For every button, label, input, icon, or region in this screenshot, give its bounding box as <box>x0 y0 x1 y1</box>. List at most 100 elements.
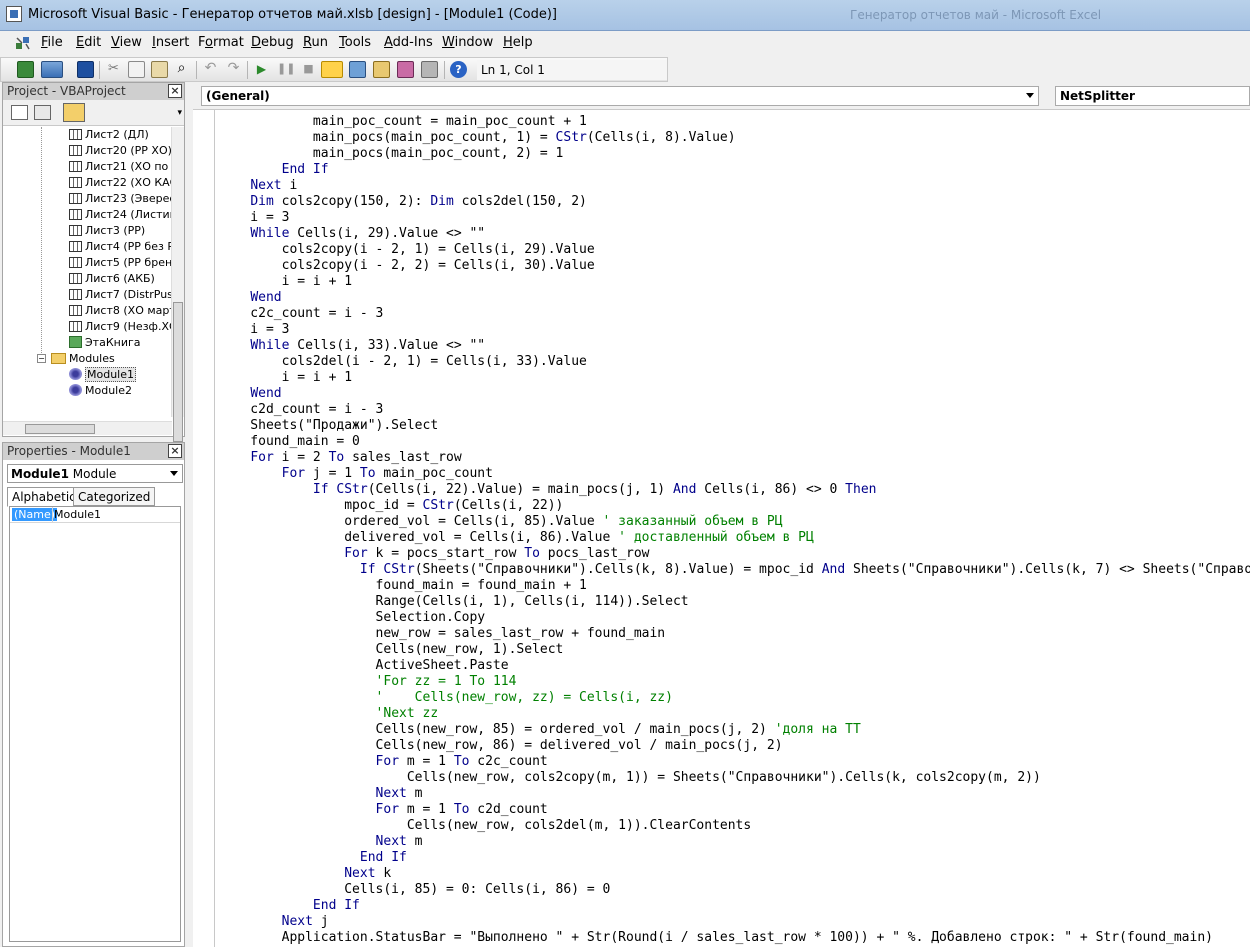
close-icon[interactable]: × <box>168 84 182 98</box>
object-browser-icon[interactable] <box>397 61 414 78</box>
cut-icon[interactable]: ✂ <box>105 61 122 78</box>
code-line[interactable]: new_row = sales_last_row + found_main <box>219 626 1250 642</box>
code-line[interactable]: Cells(i, 85) = 0: Cells(i, 86) = 0 <box>219 882 1250 898</box>
code-line[interactable]: For j = 1 To main_poc_count <box>219 466 1250 482</box>
chevron-down-icon[interactable] <box>170 471 178 476</box>
code-line[interactable]: i = i + 1 <box>219 274 1250 290</box>
undo-icon[interactable]: ↶ <box>202 61 219 78</box>
code-line[interactable]: Next m <box>219 834 1250 850</box>
view-code-icon[interactable] <box>11 105 28 120</box>
vba-app-icon[interactable] <box>6 6 22 22</box>
chevron-down-icon[interactable] <box>1026 93 1034 98</box>
tree-item[interactable]: Лист24 (Листин <box>69 207 173 223</box>
object-selector[interactable]: Module1 Module <box>7 464 183 483</box>
tree-item[interactable]: Module2 <box>69 383 132 399</box>
help-icon[interactable]: ? <box>450 61 467 78</box>
run-icon[interactable]: ▶ <box>253 61 270 78</box>
tree-item[interactable]: Modules <box>51 351 115 367</box>
tree-item[interactable]: Лист20 (РР ХО) <box>69 143 172 159</box>
vba-doc-icon[interactable] <box>14 34 32 52</box>
code-line[interactable]: Next m <box>219 786 1250 802</box>
code-line[interactable]: For k = pocs_start_row To pocs_last_row <box>219 546 1250 562</box>
code-line[interactable]: found_main = found_main + 1 <box>219 578 1250 594</box>
code-line[interactable]: Cells(new_row, 85) = ordered_vol / main_… <box>219 722 1250 738</box>
code-line[interactable]: While Cells(i, 29).Value <> "" <box>219 226 1250 242</box>
reset-icon[interactable]: ■ <box>300 61 317 78</box>
code-line[interactable]: i = 3 <box>219 210 1250 226</box>
code-line[interactable]: delivered_vol = Cells(i, 86).Value ' дос… <box>219 530 1250 546</box>
menu-help[interactable]: Help <box>503 35 533 50</box>
tree-item[interactable]: Лист5 (РР бренд <box>69 255 173 271</box>
tree-item[interactable]: Лист22 (ХО КАС <box>69 175 173 191</box>
code-line[interactable]: While Cells(i, 33).Value <> "" <box>219 338 1250 354</box>
chevron-down-icon[interactable]: ▾ <box>177 108 182 118</box>
menu-edit[interactable]: Edit <box>76 35 101 50</box>
property-value[interactable]: Module1 <box>54 508 101 521</box>
code-line[interactable]: Next k <box>219 866 1250 882</box>
code-line[interactable]: End If <box>219 850 1250 866</box>
tab-alphabetic[interactable]: Alphabetic <box>7 487 81 507</box>
tab-categorized[interactable]: Categorized <box>73 487 156 506</box>
tree-item[interactable]: Лист3 (РР) <box>69 223 145 239</box>
code-line[interactable]: main_pocs(main_poc_count, 2) = 1 <box>219 146 1250 162</box>
menu-run[interactable]: Run <box>303 35 328 50</box>
code-line[interactable]: Range(Cells(i, 1), Cells(i, 114)).Select <box>219 594 1250 610</box>
close-icon[interactable]: × <box>168 444 182 458</box>
menu-debug[interactable]: Debug <box>251 35 294 50</box>
code-line[interactable]: Wend <box>219 290 1250 306</box>
code-line[interactable]: Sheets("Продажи").Select <box>219 418 1250 434</box>
code-line[interactable]: cols2del(i - 2, 1) = Cells(i, 33).Value <box>219 354 1250 370</box>
code-line[interactable]: c2d_count = i - 3 <box>219 402 1250 418</box>
break-icon[interactable]: ❚❚ <box>277 61 295 78</box>
toggle-folders-icon[interactable] <box>63 103 85 122</box>
project-horizontal-scrollbar[interactable] <box>3 421 172 435</box>
code-line[interactable]: Next i <box>219 178 1250 194</box>
tree-item[interactable]: Лист2 (ДЛ) <box>69 127 149 143</box>
code-line[interactable]: If CStr(Cells(i, 22).Value) = main_pocs(… <box>219 482 1250 498</box>
code-line[interactable]: Selection.Copy <box>219 610 1250 626</box>
menu-insert[interactable]: Insert <box>152 35 189 50</box>
project-explorer-icon[interactable] <box>349 61 366 78</box>
code-line[interactable]: main_poc_count = main_poc_count + 1 <box>219 114 1250 130</box>
code-line[interactable]: mpoc_id = CStr(Cells(i, 22)) <box>219 498 1250 514</box>
code-line[interactable]: Dim cols2copy(150, 2): Dim cols2del(150,… <box>219 194 1250 210</box>
scroll-thumb[interactable] <box>25 424 95 434</box>
procedure-combo[interactable]: NetSplitter <box>1055 86 1250 106</box>
code-line[interactable]: 'Next zz <box>219 706 1250 722</box>
code-line[interactable]: Cells(new_row, cols2del(m, 1)).ClearCont… <box>219 818 1250 834</box>
redo-icon[interactable]: ↷ <box>225 61 242 78</box>
code-line[interactable]: i = i + 1 <box>219 370 1250 386</box>
object-combo[interactable]: (General) <box>201 86 1039 106</box>
property-row[interactable]: (Name) Module1 <box>10 507 180 523</box>
design-mode-icon[interactable] <box>321 61 343 78</box>
tree-item[interactable]: Лист8 (ХО март <box>69 303 173 319</box>
code-line[interactable]: cols2copy(i - 2, 1) = Cells(i, 29).Value <box>219 242 1250 258</box>
code-line[interactable]: For m = 1 To c2c_count <box>219 754 1250 770</box>
code-line[interactable]: For i = 2 To sales_last_row <box>219 450 1250 466</box>
code-line[interactable]: Wend <box>219 386 1250 402</box>
code-line[interactable]: End If <box>219 162 1250 178</box>
tree-item[interactable]: ЭтаКнига <box>69 335 141 351</box>
tree-item[interactable]: Лист7 (DistrPush <box>69 287 173 303</box>
code-line[interactable]: 'For zz = 1 To 114 <box>219 674 1250 690</box>
code-line[interactable]: cols2copy(i - 2, 2) = Cells(i, 30).Value <box>219 258 1250 274</box>
code-line[interactable]: If CStr(Sheets("Справочники").Cells(k, 8… <box>219 562 1250 578</box>
code-line[interactable]: ordered_vol = Cells(i, 85).Value ' заказ… <box>219 514 1250 530</box>
insert-userform-icon[interactable] <box>41 61 63 78</box>
menu-file[interactable]: File <box>41 35 63 50</box>
menu-window[interactable]: Window <box>442 35 493 50</box>
save-icon[interactable] <box>77 61 94 78</box>
toolbox-icon[interactable] <box>421 61 438 78</box>
code-line[interactable]: Cells(new_row, 86) = delivered_vol / mai… <box>219 738 1250 754</box>
code-line[interactable]: End If <box>219 898 1250 914</box>
code-text[interactable]: main_poc_count = main_poc_count + 1 main… <box>219 114 1250 946</box>
excel-view-icon[interactable] <box>17 61 34 78</box>
scroll-thumb[interactable] <box>173 302 183 442</box>
tree-item[interactable]: Лист9 (Незф.ХС <box>69 319 173 335</box>
code-line[interactable]: found_main = 0 <box>219 434 1250 450</box>
code-line[interactable]: i = 3 <box>219 322 1250 338</box>
code-line[interactable]: Application.StatusBar = "Выполнено " + S… <box>219 930 1250 946</box>
margin-indicator-bar[interactable] <box>193 110 215 947</box>
code-line[interactable]: Cells(new_row, 1).Select <box>219 642 1250 658</box>
code-editor[interactable]: main_poc_count = main_poc_count + 1 main… <box>193 110 1250 947</box>
